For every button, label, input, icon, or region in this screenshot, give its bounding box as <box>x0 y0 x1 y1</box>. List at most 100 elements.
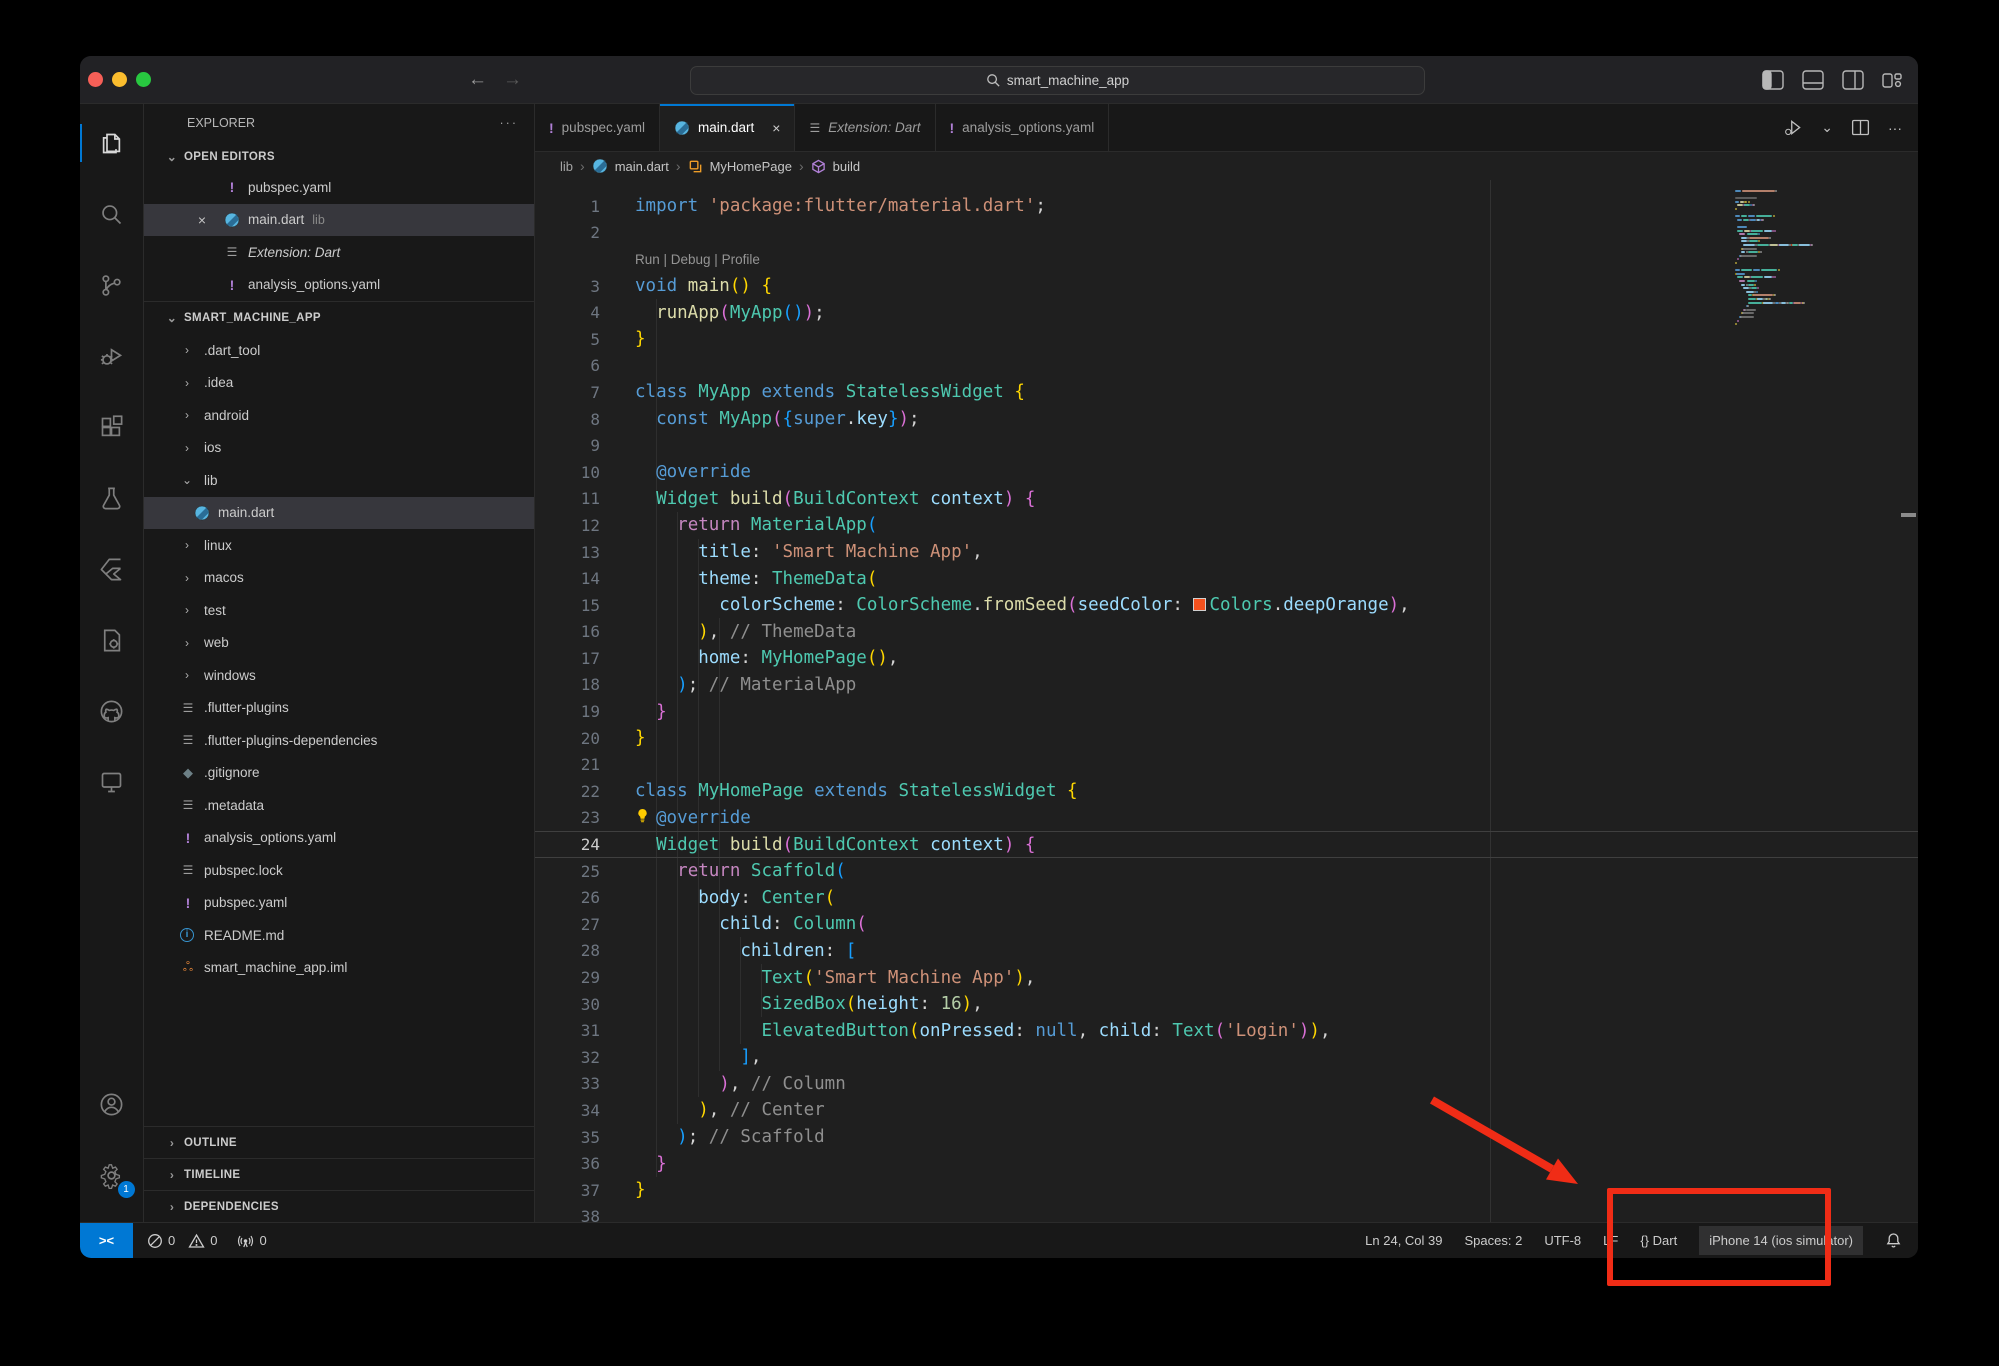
section-outline[interactable]: ›OUTLINE <box>144 1126 534 1158</box>
tree-item-analysis-options-yaml[interactable]: !analysis_options.yaml <box>144 822 534 855</box>
tree-item--metadata[interactable]: ☰.metadata <box>144 789 534 822</box>
code-line-13[interactable]: 13 title: 'Smart Machine App', <box>535 539 1918 566</box>
activity-testing-icon[interactable] <box>88 474 136 522</box>
code-line-10[interactable]: 10 @override <box>535 459 1918 486</box>
tree-item-linux[interactable]: ›linux <box>144 529 534 562</box>
code-line-11[interactable]: 11 Widget build(BuildContext context) { <box>535 486 1918 513</box>
code-line-26[interactable]: 26 body: Center( <box>535 884 1918 911</box>
open-editor-item[interactable]: ×main.dartlib <box>144 204 534 237</box>
split-editor-icon[interactable] <box>1850 117 1871 138</box>
section-timeline[interactable]: ›TIMELINE <box>144 1158 534 1190</box>
status-utf-8[interactable]: UTF-8 <box>1544 1233 1581 1248</box>
activity-source-control-icon[interactable] <box>88 261 136 309</box>
project-section-header[interactable]: ⌄ SMART_MACHINE_APP <box>144 301 534 334</box>
breadcrumb-item-build[interactable]: build <box>833 159 860 174</box>
activity-search-icon[interactable] <box>88 190 136 238</box>
activity-explorer-icon[interactable] <box>88 119 136 167</box>
status-lf[interactable]: LF <box>1603 1233 1618 1248</box>
code-line-6[interactable]: 6 <box>535 353 1918 380</box>
open-editors-header[interactable]: ⌄ OPEN EDITORS <box>144 142 534 171</box>
activity-run-and-debug-icon[interactable] <box>88 332 136 380</box>
tree-item-android[interactable]: ›android <box>144 399 534 432</box>
breadcrumb-item-lib[interactable]: lib <box>560 159 573 174</box>
run-or-debug-icon[interactable] <box>1783 117 1804 138</box>
code-line-15[interactable]: 15 colorScheme: ColorScheme.fromSeed(see… <box>535 592 1918 619</box>
notifications-bell-icon[interactable] <box>1885 1232 1902 1249</box>
explorer-more-actions-icon[interactable]: ··· <box>500 116 519 130</box>
minimize-window-button[interactable] <box>112 72 127 87</box>
activity-github-icon[interactable] <box>88 687 136 735</box>
code-line-18[interactable]: 18 ); // MaterialApp <box>535 672 1918 699</box>
tree-item-pubspec-lock[interactable]: ☰pubspec.lock <box>144 854 534 887</box>
tree-item-smart-machine-app-iml[interactable]: ஃsmart_machine_app.iml <box>144 952 534 985</box>
toggle-secondary-sidebar-icon[interactable] <box>1842 70 1864 90</box>
code-line-28[interactable]: 28 children: [ <box>535 938 1918 965</box>
status-iphone-14-ios-simulator-[interactable]: iPhone 14 (ios simulator) <box>1699 1226 1863 1255</box>
status-ln-24-col-39[interactable]: Ln 24, Col 39 <box>1365 1233 1442 1248</box>
minimap[interactable] <box>1735 190 1870 340</box>
breadcrumb-item-main.dart[interactable]: main.dart <box>615 159 669 174</box>
close-tab-icon[interactable]: × <box>772 120 780 136</box>
code-line-27[interactable]: 27 child: Column( <box>535 911 1918 938</box>
code-line-9[interactable]: 9 <box>535 432 1918 459</box>
code-line-14[interactable]: 14 theme: ThemeData( <box>535 565 1918 592</box>
codelens-run-debug-profile[interactable]: Run | Debug | Profile <box>635 252 760 267</box>
code-line-1[interactable]: 1import 'package:flutter/material.dart'; <box>535 193 1918 220</box>
tree-item-windows[interactable]: ›windows <box>144 659 534 692</box>
breadcrumb-item-myhomepage[interactable]: MyHomePage <box>710 159 792 174</box>
code-line-33[interactable]: 33 ), // Column <box>535 1071 1918 1098</box>
code-line-22[interactable]: 22class MyHomePage extends StatelessWidg… <box>535 778 1918 805</box>
code-line-23[interactable]: 23@override <box>535 805 1918 832</box>
code-line-20[interactable]: 20} <box>535 725 1918 752</box>
open-editor-item[interactable]: !pubspec.yaml <box>144 171 534 204</box>
nav-back-icon[interactable]: ← <box>468 69 487 91</box>
code-line-16[interactable]: 16 ), // ThemeData <box>535 619 1918 646</box>
close-window-button[interactable] <box>88 72 103 87</box>
code-line-8[interactable]: 8 const MyApp({super.key}); <box>535 406 1918 433</box>
run-dropdown-chevron-icon[interactable]: ⌄ <box>1821 119 1833 136</box>
tree-item-lib[interactable]: ⌄lib <box>144 464 534 497</box>
command-center-search[interactable]: smart_machine_app <box>690 66 1425 95</box>
tree-item--gitignore[interactable]: ◆.gitignore <box>144 757 534 790</box>
tree-item--dart-tool[interactable]: ›.dart_tool <box>144 334 534 367</box>
tab-pubspec-yaml[interactable]: !pubspec.yaml <box>535 104 660 151</box>
code-line-36[interactable]: 36 } <box>535 1150 1918 1177</box>
code-line-2[interactable]: 2 <box>535 220 1918 247</box>
editor-more-actions-icon[interactable]: ··· <box>1888 120 1902 136</box>
tree-item-main-dart[interactable]: main.dart <box>144 497 534 530</box>
tree-item--idea[interactable]: ›.idea <box>144 367 534 400</box>
code-line-24[interactable]: 24 Widget build(BuildContext context) { <box>535 831 1918 858</box>
breadcrumb[interactable]: lib›main.dart›MyHomePage›build <box>535 152 1918 180</box>
codelens-row[interactable]: Run | Debug | Profile <box>535 246 1918 273</box>
close-editor-icon[interactable]: × <box>194 212 210 228</box>
code-line-12[interactable]: 12 return MaterialApp( <box>535 512 1918 539</box>
code-line-17[interactable]: 17 home: MyHomePage(), <box>535 645 1918 672</box>
code-line-38[interactable]: 38 <box>535 1204 1918 1222</box>
activity-snippets-icon[interactable] <box>88 616 136 664</box>
customize-layout-icon[interactable] <box>1882 70 1904 90</box>
code-editor[interactable]: 1import 'package:flutter/material.dart';… <box>535 180 1918 1222</box>
zoom-window-button[interactable] <box>136 72 151 87</box>
open-editor-item[interactable]: !analysis_options.yaml <box>144 269 534 302</box>
tree-item-web[interactable]: ›web <box>144 627 534 660</box>
activity-settings-icon[interactable]: 1 <box>88 1151 136 1199</box>
code-line-4[interactable]: 4 runApp(MyApp()); <box>535 299 1918 326</box>
section-dependencies[interactable]: ›DEPENDENCIES <box>144 1190 534 1222</box>
code-line-34[interactable]: 34 ), // Center <box>535 1097 1918 1124</box>
tree-item-readme-md[interactable]: iREADME.md <box>144 919 534 952</box>
code-line-37[interactable]: 37} <box>535 1177 1918 1204</box>
tab-extension-dart[interactable]: ☰Extension: Dart <box>795 104 935 151</box>
open-editor-item[interactable]: ☰Extension: Dart <box>144 236 534 269</box>
remote-indicator[interactable]: >< <box>80 1223 133 1258</box>
status-spaces-2[interactable]: Spaces: 2 <box>1465 1233 1523 1248</box>
code-line-25[interactable]: 25 return Scaffold( <box>535 858 1918 885</box>
tree-item-macos[interactable]: ›macos <box>144 562 534 595</box>
toggle-sidebar-icon[interactable] <box>1762 70 1784 90</box>
tree-item--flutter-plugins[interactable]: ☰.flutter-plugins <box>144 692 534 725</box>
activity-accounts-icon[interactable] <box>88 1080 136 1128</box>
code-line-30[interactable]: 30 SizedBox(height: 16), <box>535 991 1918 1018</box>
code-line-3[interactable]: 3void main() { <box>535 273 1918 300</box>
code-line-19[interactable]: 19 } <box>535 698 1918 725</box>
tree-item-ios[interactable]: ›ios <box>144 432 534 465</box>
code-line-32[interactable]: 32 ], <box>535 1044 1918 1071</box>
